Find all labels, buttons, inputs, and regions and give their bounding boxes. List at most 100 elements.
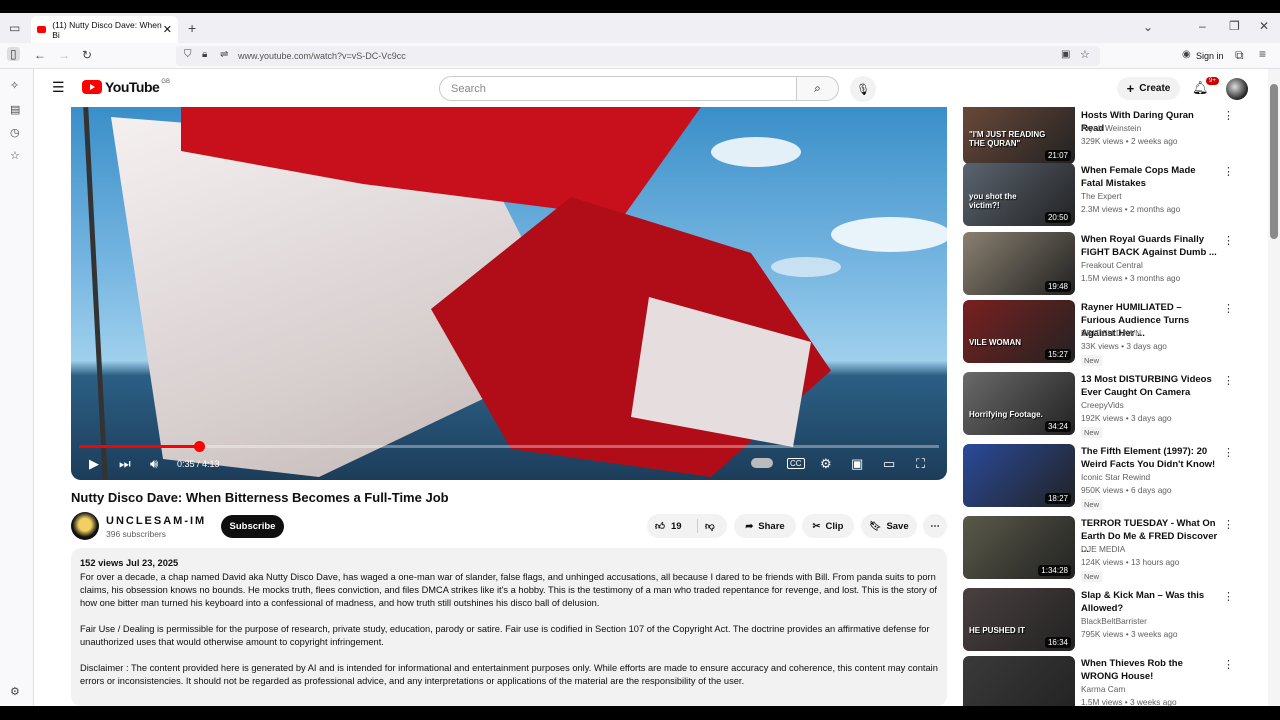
minimize-icon[interactable]: – [1199,19,1206,33]
bookmarks-icon[interactable]: ☆ [10,149,20,162]
permissions-icon[interactable]: ⇌ [220,49,228,60]
menu-icon[interactable]: ≡ [1259,47,1266,61]
video-thumbnail[interactable]: you shot the victim?! 20:50 [963,163,1075,226]
more-vertical-icon[interactable]: ⋮ [1223,446,1234,459]
autoplay-toggle[interactable] [751,458,773,468]
settings-gear-icon[interactable]: ⚙ [820,456,832,472]
clip-button[interactable]: ✂ Clip [802,514,854,538]
history-icon[interactable]: ◷ [10,126,20,139]
close-tab-icon[interactable]: ✕ [163,23,172,36]
dislike-button[interactable]: 👎︎ [705,520,715,532]
youtube-logo[interactable]: YouTube GB [82,79,170,95]
hamburger-menu-icon[interactable]: ☰ [52,79,65,96]
user-avatar[interactable] [1226,78,1248,100]
browser-tab[interactable]: (11) Nutty Disco Dave: When Bi ✕ [31,16,178,43]
more-vertical-icon[interactable]: ⋮ [1223,165,1234,178]
more-vertical-icon[interactable]: ⋮ [1223,109,1234,122]
cloud [711,137,801,167]
video-title[interactable]: When Female Cops Made Fatal Mistakes [1081,164,1219,190]
settings-gear-icon[interactable]: ⚙ [10,685,20,698]
theater-mode-icon[interactable]: ▭ [883,456,895,472]
channel-avatar[interactable] [71,512,99,540]
divider [697,519,698,533]
new-tab-icon[interactable]: + [188,20,196,36]
picture-in-picture-icon[interactable]: ▣ [1061,49,1070,60]
search-button[interactable]: ⌕ [797,76,839,101]
logo-text: YouTube [105,79,160,95]
channel-name[interactable]: Freakout Central [1081,260,1143,270]
video-title[interactable]: When Thieves Rob the WRONG House! [1081,657,1219,683]
synced-tabs-icon[interactable]: ▤ [10,103,20,116]
like-button[interactable]: 👍︎ 19 [655,520,682,533]
channel-name[interactable]: BRITISH DAWN [1081,328,1141,338]
cloud [771,257,841,277]
video-thumbnail[interactable]: 18:27 [963,444,1075,507]
extensions-icon[interactable]: ⧉ [1235,48,1244,63]
channel-name[interactable]: The Expert [1081,191,1122,201]
more-actions-button[interactable]: ⋯ [923,514,947,538]
miniplayer-icon[interactable]: ▣ [851,456,863,472]
reload-icon[interactable]: ↻ [82,48,92,62]
video-thumbnail[interactable]: "I'M JUST READING THE QURAN" 21:07 [963,107,1075,164]
sidebar-toggle-icon[interactable]: ▯ [7,47,20,61]
video-duration: 21:07 [1044,150,1071,161]
video-title[interactable]: 13 Most DISTURBING Videos Ever Caught On… [1081,373,1219,399]
share-button[interactable]: ➦ Share [734,514,796,538]
more-vertical-icon[interactable]: ⋮ [1223,374,1234,387]
subscribe-button[interactable]: Subscribe [221,515,284,538]
scissors-icon: ✂ [812,520,821,532]
ai-chat-icon[interactable]: ✧ [10,79,19,92]
youtube-favicon-icon [37,26,47,33]
video-thumbnail[interactable] [963,656,1075,706]
progress-bar[interactable] [79,441,939,452]
volume-icon[interactable]: 🔊︎ [150,456,158,472]
channel-name[interactable]: DJE MEDIA [1081,544,1125,554]
video-thumbnail[interactable]: Horrifying Footage. 34:24 [963,372,1075,435]
description-paragraph: Fair Use / Dealing is permissible for th… [80,624,930,647]
channel-name[interactable]: CreepyVids [1081,400,1124,410]
maximize-icon[interactable]: ❐ [1229,19,1240,33]
video-title[interactable]: When Royal Guards Finally FIGHT BACK Aga… [1081,233,1219,259]
video-player[interactable]: ▶ ⏭︎ 🔊︎ 0:35 / 4:13 CC ⚙ ▣ ▭ ⛶ [71,107,947,480]
chevron-down-icon[interactable]: ⌄ [1143,20,1153,34]
voice-search-button[interactable]: 🎙︎ [850,76,876,102]
search-input[interactable]: Search [439,76,797,101]
more-vertical-icon[interactable]: ⋮ [1223,590,1234,603]
back-arrow-icon[interactable]: ← [34,48,46,62]
video-title[interactable]: Slap & Kick Man – Was this Allowed? [1081,589,1219,615]
video-thumbnail[interactable]: HE PUSHED IT 16:34 [963,588,1075,651]
video-title[interactable]: The Fifth Element (1997): 20 Weird Facts… [1081,445,1219,471]
play-icon[interactable]: ▶ [89,456,99,472]
notification-badge: 9+ [1206,77,1219,85]
video-thumbnail[interactable]: VILE WOMAN 15:27 [963,300,1075,363]
more-vertical-icon[interactable]: ⋮ [1223,302,1234,315]
channel-name[interactable]: Aryeh Weinstein [1081,123,1141,133]
sign-in-link[interactable]: Sign in [1196,51,1224,61]
next-icon[interactable]: ⏭︎ [119,456,131,472]
url-bar[interactable]: ⛉ 🔒︎ ⇌ www.youtube.com/watch?v=vS-DC-Vc9… [176,46,1100,66]
channel-name[interactable]: BlackBeltBarrister [1081,616,1147,626]
region-code: GB [161,79,170,85]
tab-list-icon[interactable]: ▭ [9,21,20,35]
video-meta: 950K views • 6 days ago [1081,485,1172,495]
save-button[interactable]: 🔖︎ Save [861,514,917,538]
channel-name[interactable]: UNCLESAM-IM [106,515,206,527]
scrollbar-thumb[interactable] [1270,84,1278,239]
video-thumbnail[interactable]: 1:34:28 [963,516,1075,579]
fullscreen-icon[interactable]: ⛶ [916,456,925,472]
forward-arrow-icon[interactable]: → [58,48,70,62]
channel-name[interactable]: Iconic Star Rewind [1081,472,1150,482]
bookmark-star-icon[interactable]: ☆ [1080,48,1090,61]
description-box[interactable]: 152 views Jul 23, 2025 For over a decade… [71,548,947,706]
window-close-icon[interactable]: ✕ [1259,19,1269,33]
browser-tab-bar: ▭ (11) Nutty Disco Dave: When Bi ✕ + ⌄ –… [0,13,1280,43]
account-icon[interactable]: ◉ [1182,49,1191,60]
video-duration: 19:48 [1044,281,1071,292]
video-thumbnail[interactable]: 19:48 [963,232,1075,295]
channel-name[interactable]: Karma Cam [1081,684,1125,694]
more-vertical-icon[interactable]: ⋮ [1223,518,1234,531]
more-vertical-icon[interactable]: ⋮ [1223,234,1234,247]
create-button[interactable]: + Create [1117,77,1180,100]
captions-icon[interactable]: CC [787,458,805,469]
more-vertical-icon[interactable]: ⋮ [1223,658,1234,671]
